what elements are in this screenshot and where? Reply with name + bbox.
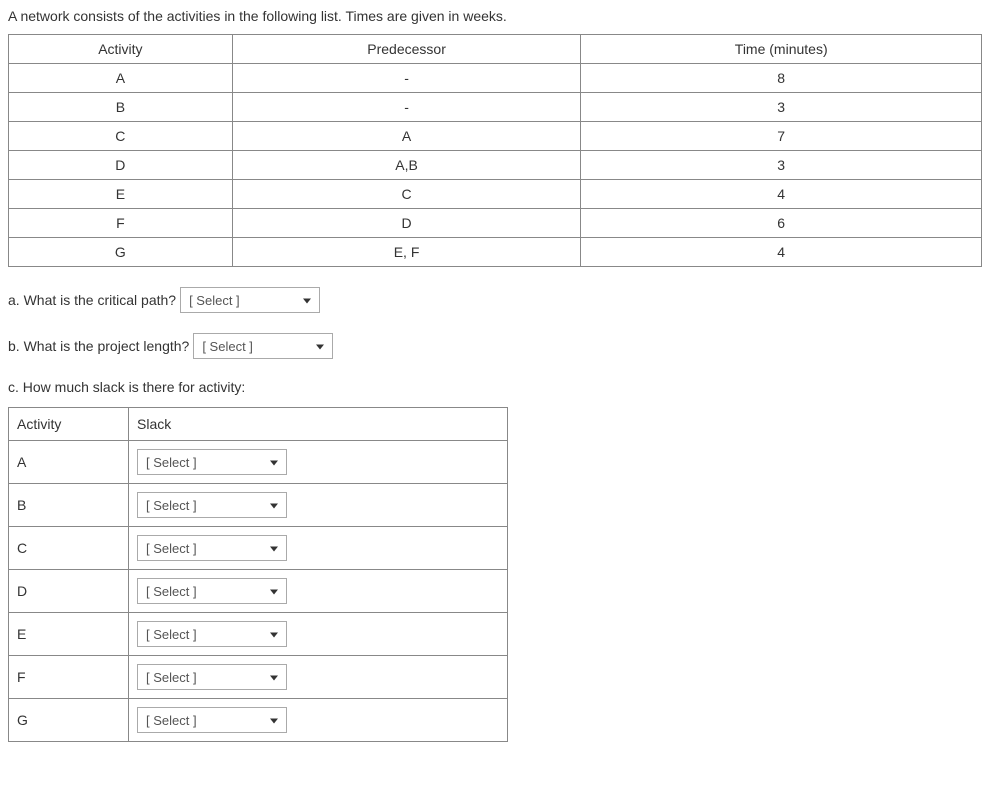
question-a: a. What is the critical path? [ Select ] [8,287,982,313]
cell-activity: B [9,93,233,122]
question-a-select[interactable]: [ Select ] [180,287,320,313]
slack-select-c[interactable]: [ Select ] [137,535,287,561]
cell-time: 8 [581,64,982,93]
header-time: Time (minutes) [581,35,982,64]
select-text: [ Select ] [146,713,197,728]
slack-activity: B [9,484,129,527]
slack-row: G [ Select ] [9,699,508,742]
slack-row: A [ Select ] [9,441,508,484]
slack-row: C [ Select ] [9,527,508,570]
cell-time: 7 [581,122,982,151]
question-b-label: b. What is the project length? [8,338,189,354]
cell-activity: D [9,151,233,180]
cell-time: 4 [581,238,982,267]
cell-activity: E [9,180,233,209]
cell-predecessor: A [232,122,581,151]
question-b-select[interactable]: [ Select ] [193,333,333,359]
cell-predecessor: E, F [232,238,581,267]
cell-activity: A [9,64,233,93]
select-text: [ Select ] [146,670,197,685]
select-text: [ Select ] [189,293,240,308]
slack-header-activity: Activity [9,408,129,441]
slack-activity: E [9,613,129,656]
table-row: B - 3 [9,93,982,122]
cell-activity: G [9,238,233,267]
cell-activity: F [9,209,233,238]
slack-select-e[interactable]: [ Select ] [137,621,287,647]
slack-activity: D [9,570,129,613]
cell-activity: C [9,122,233,151]
select-text: [ Select ] [202,339,253,354]
select-text: [ Select ] [146,541,197,556]
slack-header-slack: Slack [129,408,508,441]
intro-text: A network consists of the activities in … [8,8,982,24]
cell-time: 6 [581,209,982,238]
select-text: [ Select ] [146,498,197,513]
cell-time: 3 [581,151,982,180]
select-text: [ Select ] [146,627,197,642]
cell-predecessor: D [232,209,581,238]
cell-predecessor: - [232,64,581,93]
slack-activity: A [9,441,129,484]
table-row: A - 8 [9,64,982,93]
table-row: F D 6 [9,209,982,238]
slack-table: Activity Slack A [ Select ] B [ Select ]… [8,407,508,742]
table-row: G E, F 4 [9,238,982,267]
header-activity: Activity [9,35,233,64]
slack-activity: F [9,656,129,699]
slack-select-a[interactable]: [ Select ] [137,449,287,475]
slack-activity: G [9,699,129,742]
slack-row: D [ Select ] [9,570,508,613]
slack-select-g[interactable]: [ Select ] [137,707,287,733]
table-row: C A 7 [9,122,982,151]
header-predecessor: Predecessor [232,35,581,64]
cell-predecessor: C [232,180,581,209]
cell-predecessor: - [232,93,581,122]
cell-predecessor: A,B [232,151,581,180]
question-b: b. What is the project length? [ Select … [8,333,982,359]
slack-row: F [ Select ] [9,656,508,699]
slack-row: B [ Select ] [9,484,508,527]
slack-select-f[interactable]: [ Select ] [137,664,287,690]
slack-select-b[interactable]: [ Select ] [137,492,287,518]
slack-activity: C [9,527,129,570]
select-text: [ Select ] [146,455,197,470]
question-c-label: c. How much slack is there for activity: [8,379,982,395]
question-a-label: a. What is the critical path? [8,292,176,308]
select-text: [ Select ] [146,584,197,599]
slack-select-d[interactable]: [ Select ] [137,578,287,604]
activity-table: Activity Predecessor Time (minutes) A - … [8,34,982,267]
slack-row: E [ Select ] [9,613,508,656]
table-row: D A,B 3 [9,151,982,180]
cell-time: 3 [581,93,982,122]
table-row: E C 4 [9,180,982,209]
cell-time: 4 [581,180,982,209]
